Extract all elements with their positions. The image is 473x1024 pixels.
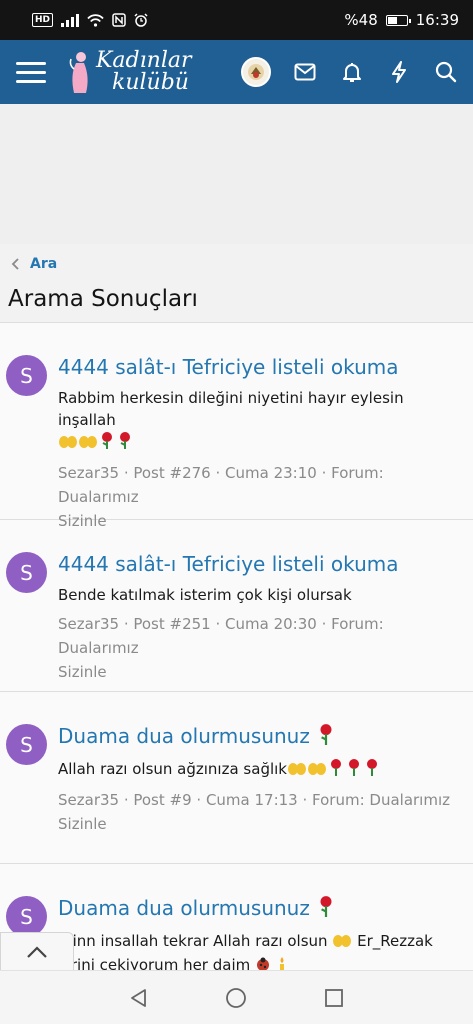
list-item[interactable]: S 4444 salât-ı Tefriciye listeli okuma B… xyxy=(0,520,473,692)
signal-icon xyxy=(61,13,80,27)
logo-line1: Kadınlar xyxy=(96,48,192,73)
praying-hands-icon xyxy=(332,932,352,954)
back-icon[interactable] xyxy=(128,987,150,1009)
mail-icon[interactable] xyxy=(292,59,318,85)
user-avatar[interactable] xyxy=(241,57,271,87)
nfc-icon xyxy=(112,13,126,27)
snippet-text: minn insallah tekrar Allah razı olsun xyxy=(58,932,328,950)
logo-figure-icon xyxy=(69,52,88,93)
rose-icon xyxy=(316,895,336,925)
rose-icon xyxy=(98,431,116,455)
result-snippet: Bende katılmak isterim çok kişi olursak xyxy=(58,586,352,604)
chevron-up-icon xyxy=(27,946,47,958)
list-item[interactable]: S 4444 salât-ı Tefriciye listeli okuma R… xyxy=(0,323,473,530)
clock: 16:39 xyxy=(415,11,459,29)
meta-line: Sizinle xyxy=(58,815,107,833)
result-title-text[interactable]: Duama dua olurmusunuz xyxy=(58,724,310,748)
breadcrumb[interactable]: Ara xyxy=(10,256,57,272)
search-icon[interactable] xyxy=(433,59,459,85)
result-snippet: Allah razı olsun ağzınıza sağlık xyxy=(58,758,463,782)
result-meta: Sezar35 · Post #251 · Cuma 20:30 · Forum… xyxy=(58,612,463,684)
status-bar: HD %48 16:39 xyxy=(0,0,473,40)
alarm-icon xyxy=(134,13,148,27)
scroll-to-top-button[interactable] xyxy=(0,932,74,972)
result-title[interactable]: Duama dua olurmusunuz xyxy=(58,721,463,753)
app-header: Kadınlar kulübü xyxy=(0,40,473,104)
avatar[interactable]: S xyxy=(6,355,47,396)
result-meta: Sezar35 · Post #9 · Cuma 17:13 · Forum: … xyxy=(58,788,463,836)
battery-percent: %48 xyxy=(344,11,378,29)
results-list: S 4444 salât-ı Tefriciye listeli okuma R… xyxy=(0,322,473,1004)
avatar[interactable]: S xyxy=(6,552,47,593)
rose-icon xyxy=(345,758,363,782)
praying-hands-icon xyxy=(287,760,307,782)
breadcrumb-link[interactable]: Ara xyxy=(30,256,57,272)
result-title[interactable]: 4444 salât-ı Tefriciye listeli okuma xyxy=(58,549,463,579)
snippet-text: Er_Rezzak xyxy=(357,932,433,950)
avatar[interactable]: S xyxy=(6,724,47,765)
result-title-text[interactable]: Duama dua olurmusunuz xyxy=(58,896,310,920)
praying-hands-icon xyxy=(78,433,98,455)
system-nav-bar xyxy=(0,970,473,1024)
bell-icon[interactable] xyxy=(339,59,365,85)
praying-hands-icon xyxy=(58,433,78,455)
hd-voice-icon: HD xyxy=(32,13,54,27)
praying-hands-icon xyxy=(307,760,327,782)
snippet-text: Rabbim herkesin dileğini niyetini hayır … xyxy=(58,389,404,429)
rose-icon xyxy=(316,723,336,753)
page-title: Arama Sonuçları xyxy=(8,286,198,312)
meta-line: Sezar35 · Post #276 · Cuma 23:10 · Forum… xyxy=(58,464,384,506)
list-item[interactable]: S Duama dua olurmusunuz Allah razı olsun… xyxy=(0,692,473,864)
menu-icon[interactable] xyxy=(16,61,46,83)
snippet-text: Allah razı olsun ağzınıza sağlık xyxy=(58,760,287,778)
meta-line: Sizinle xyxy=(58,663,107,681)
rose-icon xyxy=(363,758,381,782)
meta-line: Sezar35 · Post #9 · Cuma 17:13 · Forum: … xyxy=(58,791,450,809)
chevron-left-icon xyxy=(11,258,19,270)
avatar[interactable]: S xyxy=(6,896,47,937)
meta-line: Sezar35 · Post #251 · Cuma 20:30 · Forum… xyxy=(58,615,384,657)
ad-placeholder xyxy=(0,104,473,244)
home-icon[interactable] xyxy=(225,987,247,1009)
bolt-icon[interactable] xyxy=(386,59,412,85)
recents-icon[interactable] xyxy=(323,987,345,1009)
rose-icon xyxy=(116,431,134,455)
result-snippet: Rabbim herkesin dileğini niyetini hayır … xyxy=(58,387,463,455)
site-logo[interactable]: Kadınlar kulübü xyxy=(66,49,192,95)
battery-icon xyxy=(385,14,411,26)
result-title[interactable]: 4444 salât-ı Tefriciye listeli okuma xyxy=(58,352,463,382)
rose-icon xyxy=(327,758,345,782)
logo-text: Kadınlar kulübü xyxy=(96,50,192,94)
avatar-image xyxy=(248,64,264,80)
wifi-icon xyxy=(87,13,104,27)
logo-line2: kulübü xyxy=(112,70,189,95)
result-title[interactable]: Duama dua olurmusunuz xyxy=(58,893,463,925)
